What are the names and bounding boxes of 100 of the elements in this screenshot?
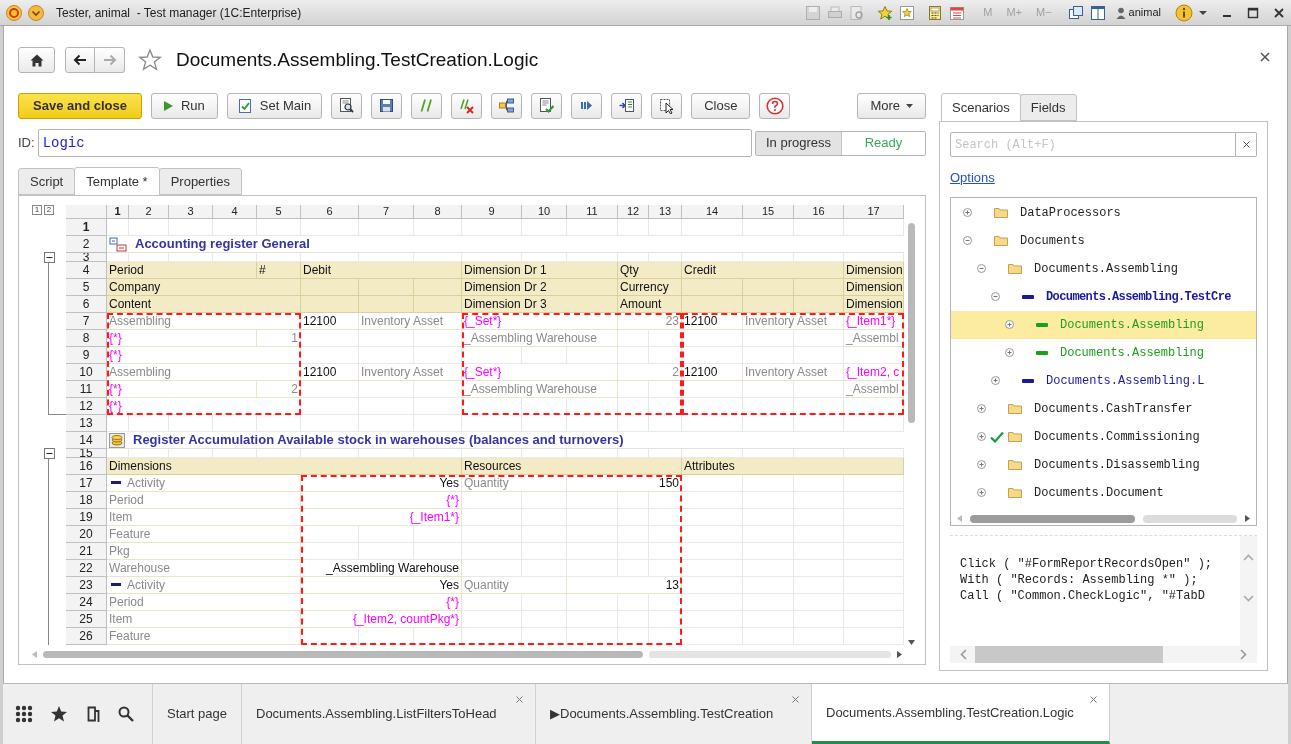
row-number[interactable]: 26 <box>66 628 107 645</box>
row-number[interactable]: 22 <box>66 560 107 577</box>
table-cell: Feature <box>107 526 301 543</box>
search-field[interactable]: Search (Alt+F) <box>950 132 1236 157</box>
table-cell: Qty <box>618 262 682 279</box>
row-number[interactable]: 25 <box>66 611 107 628</box>
tab[interactable]: Fields <box>1019 94 1077 121</box>
tree-item[interactable]: Documents.Disassembling <box>951 450 1256 479</box>
outline-level-button[interactable]: 1 <box>32 205 42 215</box>
table-cell: {*} <box>301 492 462 509</box>
tree-item-label: Documents.Commissioning <box>1034 428 1200 446</box>
column-header[interactable]: 8 <box>414 205 462 219</box>
tab[interactable]: Script <box>18 168 76 195</box>
column-header[interactable]: 17 <box>844 205 904 219</box>
tab[interactable]: Template * <box>74 167 160 196</box>
user-name[interactable]: animal <box>1128 4 1161 21</box>
column-header[interactable]: 16 <box>794 205 844 219</box>
row-number[interactable]: 23 <box>66 577 107 594</box>
tree-item[interactable]: Documents.Assembling.TestCre <box>951 282 1256 311</box>
row-number[interactable]: 6 <box>66 296 107 313</box>
table-cell: Credit <box>682 262 844 279</box>
save-and-close-button[interactable]: Save and close <box>18 93 142 119</box>
column-header[interactable]: 14 <box>682 205 743 219</box>
tree-item[interactable]: Documents <box>951 226 1256 255</box>
column-header[interactable]: 5 <box>257 205 301 219</box>
tree-item[interactable]: Documents.Assembling.L <box>951 366 1256 395</box>
column-header[interactable]: 11 <box>567 205 618 219</box>
table-cell: {*} <box>107 347 301 364</box>
table-cell: {_Item1*} <box>301 509 462 526</box>
tree-item-label: DataProcessors <box>1020 204 1121 222</box>
register-title: Accounting register General <box>135 235 310 254</box>
table-cell: Inventory Asset <box>743 313 844 330</box>
status-option[interactable]: In progress <box>755 131 841 155</box>
table-cell: Item <box>107 509 301 526</box>
column-header[interactable]: 6 <box>301 205 359 219</box>
row-number[interactable]: 12 <box>66 398 107 415</box>
tree-item-label: Documents.Assembling.L <box>1046 372 1205 390</box>
row-number[interactable]: 8 <box>66 330 107 347</box>
row-number[interactable]: 5 <box>66 279 107 296</box>
table-cell: Dimension Dr 2 <box>462 279 618 296</box>
tree-item[interactable]: Documents.Assembling <box>951 338 1256 367</box>
row-number[interactable]: 13 <box>66 415 107 432</box>
row-number[interactable]: 11 <box>66 381 107 398</box>
column-header[interactable]: 3 <box>169 205 213 219</box>
column-header[interactable]: 1 <box>107 205 129 219</box>
tree-item-label: Documents.Assembling <box>1060 316 1205 334</box>
tree-item-label: Documents.Document <box>1034 484 1164 502</box>
id-input[interactable]: Logic <box>37 129 752 157</box>
column-header[interactable]: 12 <box>618 205 649 219</box>
tree-item[interactable]: Documents.Document <box>951 478 1256 507</box>
tree-item-label: Documents.Assembling <box>1060 344 1205 362</box>
table-cell: _Assembling Warehouse <box>462 330 618 347</box>
table-cell: _Assembl <box>844 330 904 347</box>
column-header[interactable]: 9 <box>462 205 522 219</box>
row-number[interactable]: 2 <box>66 236 107 253</box>
table-cell: Dimensions <box>107 458 462 475</box>
outline-level-button[interactable]: 2 <box>44 205 54 215</box>
tree-item[interactable]: Documents.CashTransfer <box>951 394 1256 423</box>
row-number[interactable]: 7 <box>66 313 107 330</box>
close-button[interactable]: Close <box>691 93 751 119</box>
set-main-button[interactable]: Set Main <box>226 93 323 119</box>
options-link[interactable]: Options <box>950 168 995 188</box>
column-header[interactable]: 10 <box>522 205 567 219</box>
tree-item[interactable]: Documents.Assembling <box>951 254 1256 283</box>
tree-item[interactable]: Documents.Commissioning <box>951 422 1256 451</box>
row-number[interactable]: 21 <box>66 543 107 560</box>
row-number[interactable]: 1 <box>66 219 107 236</box>
row-number[interactable]: 18 <box>66 492 107 509</box>
table-cell: Yes <box>301 475 462 492</box>
column-header[interactable]: 4 <box>213 205 257 219</box>
tab[interactable]: Scenarios <box>941 93 1021 122</box>
cell-label: Activity <box>127 475 165 492</box>
column-header[interactable]: 15 <box>743 205 794 219</box>
more-button[interactable]: More <box>857 93 926 119</box>
run-button[interactable]: Run <box>150 93 218 119</box>
table-cell: Resources <box>462 458 682 475</box>
row-number[interactable]: 4 <box>66 262 107 279</box>
row-number[interactable]: 3 <box>66 253 107 262</box>
tree-item[interactable]: DataProcessors <box>951 198 1256 227</box>
taskbar-tab[interactable]: Documents.Assembling.ListFiltersToHead <box>242 684 536 744</box>
row-number[interactable]: 17 <box>66 475 107 492</box>
id-label: ID: <box>18 134 35 153</box>
tab[interactable]: Properties <box>158 168 242 195</box>
row-number[interactable]: 9 <box>66 347 107 364</box>
row-number[interactable]: 19 <box>66 509 107 526</box>
taskbar-tab[interactable]: Documents.Assembling.TestCreation.Logic <box>812 684 1110 744</box>
taskbar-tab[interactable]: Start page <box>153 684 242 744</box>
tree-item-label: Documents.Assembling.TestCre <box>1046 288 1231 306</box>
row-number[interactable]: 14 <box>66 432 107 449</box>
column-header[interactable]: 7 <box>359 205 414 219</box>
table-cell: Dimension <box>844 279 904 296</box>
column-header[interactable]: 13 <box>649 205 682 219</box>
row-number[interactable]: 24 <box>66 594 107 611</box>
table-cell: {*} <box>301 594 462 611</box>
column-header[interactable]: 2 <box>129 205 169 219</box>
row-number[interactable]: 10 <box>66 364 107 381</box>
table-cell: Quantity <box>462 475 567 492</box>
row-number[interactable]: 16 <box>66 458 107 475</box>
row-number[interactable]: 20 <box>66 526 107 543</box>
table-cell: Content <box>107 296 301 313</box>
